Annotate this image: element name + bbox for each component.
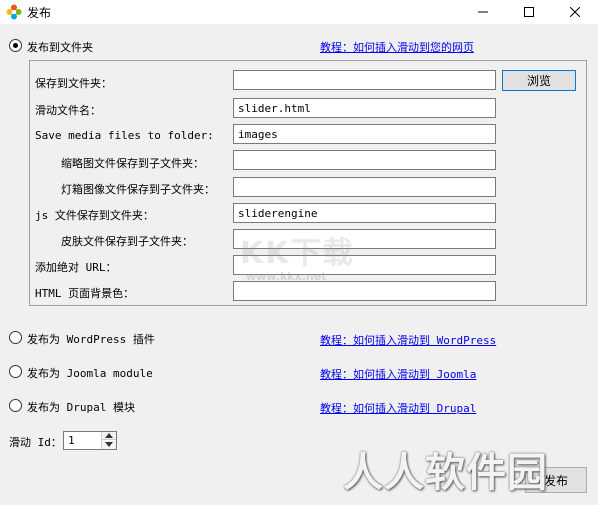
lightbox-subfolder-input[interactable]: [233, 177, 496, 197]
close-icon: [570, 7, 580, 17]
window-title: 发布: [27, 6, 52, 20]
js-folder-label: js 文件保存到文件夹：: [35, 209, 154, 222]
background-color-input[interactable]: [233, 281, 496, 301]
maximize-icon: [524, 7, 534, 17]
browse-button[interactable]: 浏览: [502, 70, 576, 91]
drupal-tutorial-link[interactable]: 教程：如何插入滑动到 Drupal: [320, 400, 476, 416]
publish-drupal-label: 发布为 Drupal 模块: [27, 401, 135, 414]
publish-wordpress-label: 发布为 WordPress 插件: [27, 333, 155, 346]
triangle-up-icon: [105, 433, 113, 438]
folder-tutorial-link[interactable]: 教程：如何插入滑动到您的网页: [320, 39, 474, 55]
publish-folder-label: 发布到文件夹: [27, 41, 93, 54]
close-button[interactable]: [552, 0, 598, 24]
title-bar: 发布: [0, 0, 598, 24]
thumbnail-subfolder-label: 缩略图文件保存到子文件夹：: [61, 157, 204, 170]
save-folder-input[interactable]: [233, 70, 496, 90]
stepper-buttons: [101, 432, 116, 449]
save-folder-label: 保存到文件夹：: [35, 77, 112, 90]
increment-button[interactable]: [102, 432, 116, 440]
app-logo-icon: [6, 4, 22, 20]
js-folder-input[interactable]: [233, 203, 496, 223]
slider-filename-label: 滑动文件名：: [35, 104, 101, 117]
slider-filename-input[interactable]: [233, 98, 496, 118]
media-folder-label: Save media files to folder:: [35, 129, 214, 142]
thumbnail-subfolder-input[interactable]: [233, 150, 496, 170]
publish-joomla-label: 发布为 Joomla module: [27, 367, 153, 380]
watermark-url: www.kkx.net: [246, 270, 327, 283]
wordpress-tutorial-link[interactable]: 教程：如何插入滑动到 WordPress: [320, 332, 496, 348]
decrement-button[interactable]: [102, 441, 116, 449]
absolute-url-label: 添加绝对 URL：: [35, 261, 117, 274]
triangle-down-icon: [105, 442, 113, 447]
background-color-label: HTML 页面背景色：: [35, 287, 135, 300]
slider-id-label: 滑动 Id：: [9, 436, 62, 449]
watermark-logo: KK下载: [240, 236, 355, 271]
publish-drupal-radio[interactable]: [9, 399, 22, 412]
publish-joomla-radio[interactable]: [9, 365, 22, 378]
media-folder-input[interactable]: [233, 124, 496, 144]
skin-subfolder-label: 皮肤文件保存到子文件夹：: [61, 235, 193, 248]
lightbox-subfolder-label: 灯箱图像文件保存到子文件夹：: [61, 183, 215, 196]
minimize-button[interactable]: [460, 0, 506, 24]
minimize-icon: [478, 11, 488, 13]
watermark-text: 人人软件园: [343, 450, 548, 496]
maximize-button[interactable]: [506, 0, 552, 24]
slider-id-stepper: [63, 431, 117, 450]
slider-id-input[interactable]: [64, 432, 100, 449]
publish-wordpress-radio[interactable]: [9, 331, 22, 344]
publish-folder-radio[interactable]: [9, 39, 22, 52]
joomla-tutorial-link[interactable]: 教程：如何插入滑动到 Joomla: [320, 366, 476, 382]
